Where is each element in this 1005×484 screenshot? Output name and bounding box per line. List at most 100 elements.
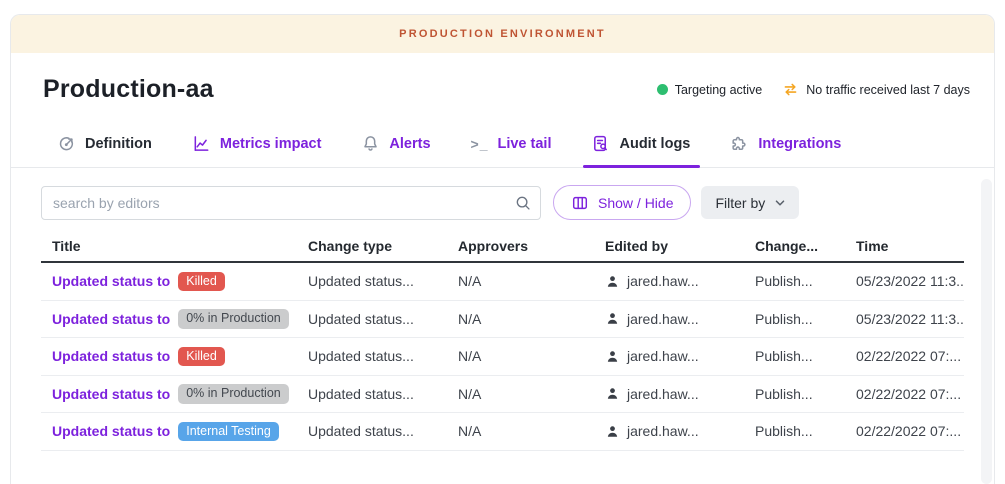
table-row[interactable]: Updated status to 0% in Production Updat… (41, 301, 964, 339)
tab-audit-logs-label: Audit logs (619, 136, 690, 152)
tab-metrics-impact-label: Metrics impact (220, 136, 322, 152)
search-box (41, 186, 541, 220)
edited-by-name: jared.haw... (627, 273, 699, 289)
table-row[interactable]: Updated status to Killed Updated status.… (41, 338, 964, 376)
show-hide-button[interactable]: Show / Hide (553, 185, 691, 220)
audit-logs-panel: Show / Hide Filter by Title Change type … (11, 168, 994, 451)
puzzle-icon (730, 134, 749, 153)
toolbar: Show / Hide Filter by (41, 185, 964, 220)
table-body: Updated status to Killed Updated status.… (41, 263, 964, 451)
show-hide-label: Show / Hide (598, 195, 673, 211)
edited-by-cell: jared.haw... (605, 386, 755, 402)
tab-integrations-label: Integrations (758, 136, 841, 152)
environment-banner-label: PRODUCTION ENVIRONMENT (399, 28, 606, 40)
tab-alerts[interactable]: Alerts (361, 120, 430, 167)
person-icon (605, 386, 620, 401)
approvers-cell: N/A (458, 311, 605, 327)
change-cell: Publish... (755, 348, 856, 364)
approvers-cell: N/A (458, 423, 605, 439)
column-header-approvers: Approvers (458, 238, 605, 254)
table-row[interactable]: Updated status to 0% in Production Updat… (41, 376, 964, 414)
audit-log-table: Title Change type Approvers Edited by Ch… (41, 231, 964, 451)
filter-by-label: Filter by (715, 195, 765, 211)
tab-bar: Definition Metrics impact Alerts >_ Live… (11, 120, 994, 168)
targeting-status-label: Targeting active (675, 83, 763, 97)
status-badge: 0% in Production (178, 309, 289, 329)
search-input[interactable] (41, 186, 541, 220)
column-header-edited-by: Edited by (605, 238, 755, 254)
search-icon (514, 194, 532, 212)
tab-definition-label: Definition (85, 136, 152, 152)
time-cell: 02/22/2022 07:... (856, 423, 964, 439)
row-title-link[interactable]: Updated status to (52, 386, 170, 402)
change-cell: Publish... (755, 423, 856, 439)
row-title-link[interactable]: Updated status to (52, 311, 170, 327)
terminal-prompt-icon: >_ (471, 136, 489, 152)
bell-icon (361, 134, 380, 153)
status-badge: Killed (178, 272, 225, 292)
person-icon (605, 274, 620, 289)
approvers-cell: N/A (458, 386, 605, 402)
time-cell: 02/22/2022 07:... (856, 348, 964, 364)
person-icon (605, 424, 620, 439)
environment-banner: PRODUCTION ENVIRONMENT (11, 15, 994, 53)
columns-icon (571, 194, 589, 212)
change-cell: Publish... (755, 311, 856, 327)
traffic-status: No traffic received last 7 days (782, 81, 970, 98)
person-icon (605, 349, 620, 364)
vertical-scrollbar[interactable] (981, 179, 992, 484)
edited-by-name: jared.haw... (627, 423, 699, 439)
change-type-cell: Updated status... (308, 348, 458, 364)
edited-by-name: jared.haw... (627, 311, 699, 327)
status-dot-icon (657, 84, 668, 95)
tab-integrations[interactable]: Integrations (730, 120, 841, 167)
column-header-change: Change... (755, 238, 856, 254)
status-badge: 0% in Production (178, 384, 289, 404)
time-cell: 02/22/2022 07:... (856, 386, 964, 402)
edited-by-cell: jared.haw... (605, 423, 755, 439)
traffic-status-label: No traffic received last 7 days (806, 83, 970, 97)
edited-by-cell: jared.haw... (605, 311, 755, 327)
approvers-cell: N/A (458, 273, 605, 289)
change-type-cell: Updated status... (308, 311, 458, 327)
column-header-change-type: Change type (308, 238, 458, 254)
change-type-cell: Updated status... (308, 423, 458, 439)
status-badge: Killed (178, 347, 225, 367)
row-title-link[interactable]: Updated status to (52, 348, 170, 364)
page-header: Production-aa Targeting active No traffi… (11, 53, 994, 120)
person-icon (605, 311, 620, 326)
approvers-cell: N/A (458, 348, 605, 364)
edited-by-name: jared.haw... (627, 386, 699, 402)
tab-definition[interactable]: Definition (57, 120, 152, 167)
flag-detail-card: PRODUCTION ENVIRONMENT Production-aa Tar… (10, 14, 995, 484)
filter-by-button[interactable]: Filter by (701, 186, 799, 219)
tab-metrics-impact[interactable]: Metrics impact (192, 120, 322, 167)
row-title-link[interactable]: Updated status to (52, 423, 170, 439)
table-row[interactable]: Updated status to Internal Testing Updat… (41, 413, 964, 451)
time-cell: 05/23/2022 11:3... (856, 273, 964, 289)
table-row[interactable]: Updated status to Killed Updated status.… (41, 263, 964, 301)
column-header-title: Title (52, 238, 308, 254)
time-cell: 05/23/2022 11:3... (856, 311, 964, 327)
change-type-cell: Updated status... (308, 273, 458, 289)
line-chart-icon (192, 134, 211, 153)
change-cell: Publish... (755, 386, 856, 402)
edited-by-cell: jared.haw... (605, 273, 755, 289)
header-status-area: Targeting active No traffic received las… (657, 81, 970, 98)
page-title: Production-aa (43, 75, 214, 104)
change-type-cell: Updated status... (308, 386, 458, 402)
targeting-status: Targeting active (657, 83, 763, 97)
edited-by-name: jared.haw... (627, 348, 699, 364)
column-header-time: Time (856, 238, 964, 254)
edited-by-cell: jared.haw... (605, 348, 755, 364)
document-search-icon (591, 134, 610, 153)
tab-audit-logs[interactable]: Audit logs (591, 120, 690, 167)
change-cell: Publish... (755, 273, 856, 289)
traffic-arrows-icon (782, 81, 799, 98)
row-title-link[interactable]: Updated status to (52, 273, 170, 289)
tab-alerts-label: Alerts (389, 136, 430, 152)
tab-live-tail[interactable]: >_ Live tail (471, 120, 552, 167)
target-icon (57, 134, 76, 153)
chevron-down-icon (773, 196, 787, 210)
status-badge: Internal Testing (178, 422, 279, 442)
